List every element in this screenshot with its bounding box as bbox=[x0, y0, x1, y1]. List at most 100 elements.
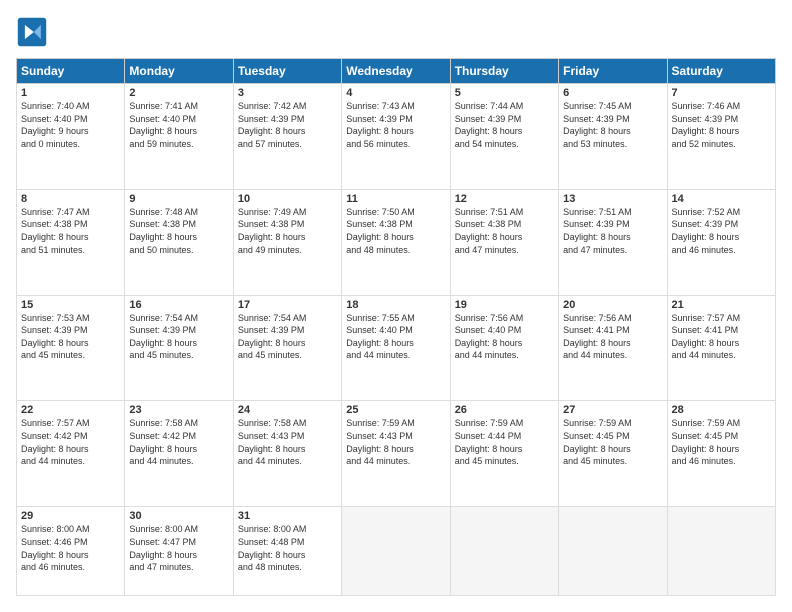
day-info: Sunrise: 7:48 AM Sunset: 4:38 PM Dayligh… bbox=[129, 206, 228, 256]
day-number: 26 bbox=[455, 404, 554, 416]
day-number: 15 bbox=[21, 299, 120, 311]
day-of-week-header: Tuesday bbox=[233, 59, 341, 84]
calendar-day-cell: 22Sunrise: 7:57 AM Sunset: 4:42 PM Dayli… bbox=[17, 401, 125, 507]
day-of-week-header: Friday bbox=[559, 59, 667, 84]
day-number: 5 bbox=[455, 87, 554, 99]
calendar-day-cell: 30Sunrise: 8:00 AM Sunset: 4:47 PM Dayli… bbox=[125, 507, 233, 596]
logo-icon bbox=[16, 16, 48, 48]
day-number: 4 bbox=[346, 87, 445, 99]
day-number: 6 bbox=[563, 87, 662, 99]
day-number: 18 bbox=[346, 299, 445, 311]
day-number: 11 bbox=[346, 193, 445, 205]
day-info: Sunrise: 7:55 AM Sunset: 4:40 PM Dayligh… bbox=[346, 312, 445, 362]
calendar-day-cell: 18Sunrise: 7:55 AM Sunset: 4:40 PM Dayli… bbox=[342, 295, 450, 401]
calendar-header-row: SundayMondayTuesdayWednesdayThursdayFrid… bbox=[17, 59, 776, 84]
calendar-day-cell: 25Sunrise: 7:59 AM Sunset: 4:43 PM Dayli… bbox=[342, 401, 450, 507]
day-number: 30 bbox=[129, 510, 228, 522]
day-info: Sunrise: 7:42 AM Sunset: 4:39 PM Dayligh… bbox=[238, 100, 337, 150]
calendar-day-cell: 16Sunrise: 7:54 AM Sunset: 4:39 PM Dayli… bbox=[125, 295, 233, 401]
day-number: 31 bbox=[238, 510, 337, 522]
day-of-week-header: Thursday bbox=[450, 59, 558, 84]
calendar-day-cell bbox=[667, 507, 775, 596]
day-of-week-header: Wednesday bbox=[342, 59, 450, 84]
day-info: Sunrise: 7:52 AM Sunset: 4:39 PM Dayligh… bbox=[672, 206, 771, 256]
calendar-day-cell: 12Sunrise: 7:51 AM Sunset: 4:38 PM Dayli… bbox=[450, 189, 558, 295]
day-info: Sunrise: 7:43 AM Sunset: 4:39 PM Dayligh… bbox=[346, 100, 445, 150]
calendar-day-cell: 5Sunrise: 7:44 AM Sunset: 4:39 PM Daylig… bbox=[450, 84, 558, 190]
day-number: 10 bbox=[238, 193, 337, 205]
calendar-day-cell: 21Sunrise: 7:57 AM Sunset: 4:41 PM Dayli… bbox=[667, 295, 775, 401]
calendar-week-row: 1Sunrise: 7:40 AM Sunset: 4:40 PM Daylig… bbox=[17, 84, 776, 190]
calendar-day-cell bbox=[342, 507, 450, 596]
calendar-table: SundayMondayTuesdayWednesdayThursdayFrid… bbox=[16, 58, 776, 596]
day-info: Sunrise: 7:59 AM Sunset: 4:44 PM Dayligh… bbox=[455, 417, 554, 467]
day-of-week-header: Sunday bbox=[17, 59, 125, 84]
calendar-day-cell: 8Sunrise: 7:47 AM Sunset: 4:38 PM Daylig… bbox=[17, 189, 125, 295]
day-number: 21 bbox=[672, 299, 771, 311]
day-info: Sunrise: 7:56 AM Sunset: 4:40 PM Dayligh… bbox=[455, 312, 554, 362]
calendar-day-cell: 7Sunrise: 7:46 AM Sunset: 4:39 PM Daylig… bbox=[667, 84, 775, 190]
calendar-day-cell: 28Sunrise: 7:59 AM Sunset: 4:45 PM Dayli… bbox=[667, 401, 775, 507]
day-number: 29 bbox=[21, 510, 120, 522]
day-info: Sunrise: 8:00 AM Sunset: 4:46 PM Dayligh… bbox=[21, 523, 120, 573]
calendar-day-cell: 2Sunrise: 7:41 AM Sunset: 4:40 PM Daylig… bbox=[125, 84, 233, 190]
day-number: 19 bbox=[455, 299, 554, 311]
calendar-day-cell: 13Sunrise: 7:51 AM Sunset: 4:39 PM Dayli… bbox=[559, 189, 667, 295]
logo bbox=[16, 16, 52, 48]
day-number: 24 bbox=[238, 404, 337, 416]
day-info: Sunrise: 7:59 AM Sunset: 4:45 PM Dayligh… bbox=[672, 417, 771, 467]
day-info: Sunrise: 7:54 AM Sunset: 4:39 PM Dayligh… bbox=[129, 312, 228, 362]
day-number: 1 bbox=[21, 87, 120, 99]
day-info: Sunrise: 7:40 AM Sunset: 4:40 PM Dayligh… bbox=[21, 100, 120, 150]
calendar-week-row: 29Sunrise: 8:00 AM Sunset: 4:46 PM Dayli… bbox=[17, 507, 776, 596]
calendar-day-cell: 26Sunrise: 7:59 AM Sunset: 4:44 PM Dayli… bbox=[450, 401, 558, 507]
day-number: 14 bbox=[672, 193, 771, 205]
day-number: 9 bbox=[129, 193, 228, 205]
calendar-day-cell: 9Sunrise: 7:48 AM Sunset: 4:38 PM Daylig… bbox=[125, 189, 233, 295]
header bbox=[16, 16, 776, 48]
day-number: 25 bbox=[346, 404, 445, 416]
day-number: 13 bbox=[563, 193, 662, 205]
day-info: Sunrise: 7:57 AM Sunset: 4:42 PM Dayligh… bbox=[21, 417, 120, 467]
day-info: Sunrise: 7:44 AM Sunset: 4:39 PM Dayligh… bbox=[455, 100, 554, 150]
day-info: Sunrise: 8:00 AM Sunset: 4:48 PM Dayligh… bbox=[238, 523, 337, 573]
day-info: Sunrise: 7:49 AM Sunset: 4:38 PM Dayligh… bbox=[238, 206, 337, 256]
calendar-day-cell: 31Sunrise: 8:00 AM Sunset: 4:48 PM Dayli… bbox=[233, 507, 341, 596]
day-number: 27 bbox=[563, 404, 662, 416]
day-info: Sunrise: 7:58 AM Sunset: 4:43 PM Dayligh… bbox=[238, 417, 337, 467]
day-info: Sunrise: 7:51 AM Sunset: 4:39 PM Dayligh… bbox=[563, 206, 662, 256]
calendar-week-row: 22Sunrise: 7:57 AM Sunset: 4:42 PM Dayli… bbox=[17, 401, 776, 507]
day-of-week-header: Monday bbox=[125, 59, 233, 84]
calendar-day-cell: 17Sunrise: 7:54 AM Sunset: 4:39 PM Dayli… bbox=[233, 295, 341, 401]
calendar-day-cell: 1Sunrise: 7:40 AM Sunset: 4:40 PM Daylig… bbox=[17, 84, 125, 190]
day-number: 3 bbox=[238, 87, 337, 99]
day-info: Sunrise: 7:59 AM Sunset: 4:43 PM Dayligh… bbox=[346, 417, 445, 467]
day-info: Sunrise: 8:00 AM Sunset: 4:47 PM Dayligh… bbox=[129, 523, 228, 573]
day-info: Sunrise: 7:51 AM Sunset: 4:38 PM Dayligh… bbox=[455, 206, 554, 256]
calendar-day-cell: 11Sunrise: 7:50 AM Sunset: 4:38 PM Dayli… bbox=[342, 189, 450, 295]
day-of-week-header: Saturday bbox=[667, 59, 775, 84]
calendar-day-cell: 27Sunrise: 7:59 AM Sunset: 4:45 PM Dayli… bbox=[559, 401, 667, 507]
calendar-day-cell: 10Sunrise: 7:49 AM Sunset: 4:38 PM Dayli… bbox=[233, 189, 341, 295]
day-number: 12 bbox=[455, 193, 554, 205]
day-number: 28 bbox=[672, 404, 771, 416]
calendar-day-cell bbox=[450, 507, 558, 596]
day-number: 8 bbox=[21, 193, 120, 205]
day-info: Sunrise: 7:45 AM Sunset: 4:39 PM Dayligh… bbox=[563, 100, 662, 150]
calendar-week-row: 8Sunrise: 7:47 AM Sunset: 4:38 PM Daylig… bbox=[17, 189, 776, 295]
calendar-day-cell bbox=[559, 507, 667, 596]
calendar-day-cell: 29Sunrise: 8:00 AM Sunset: 4:46 PM Dayli… bbox=[17, 507, 125, 596]
day-number: 22 bbox=[21, 404, 120, 416]
calendar-day-cell: 15Sunrise: 7:53 AM Sunset: 4:39 PM Dayli… bbox=[17, 295, 125, 401]
calendar-week-row: 15Sunrise: 7:53 AM Sunset: 4:39 PM Dayli… bbox=[17, 295, 776, 401]
day-info: Sunrise: 7:47 AM Sunset: 4:38 PM Dayligh… bbox=[21, 206, 120, 256]
day-number: 23 bbox=[129, 404, 228, 416]
day-number: 7 bbox=[672, 87, 771, 99]
calendar-day-cell: 14Sunrise: 7:52 AM Sunset: 4:39 PM Dayli… bbox=[667, 189, 775, 295]
calendar-day-cell: 3Sunrise: 7:42 AM Sunset: 4:39 PM Daylig… bbox=[233, 84, 341, 190]
day-info: Sunrise: 7:53 AM Sunset: 4:39 PM Dayligh… bbox=[21, 312, 120, 362]
calendar-day-cell: 23Sunrise: 7:58 AM Sunset: 4:42 PM Dayli… bbox=[125, 401, 233, 507]
day-info: Sunrise: 7:57 AM Sunset: 4:41 PM Dayligh… bbox=[672, 312, 771, 362]
day-number: 20 bbox=[563, 299, 662, 311]
day-number: 17 bbox=[238, 299, 337, 311]
